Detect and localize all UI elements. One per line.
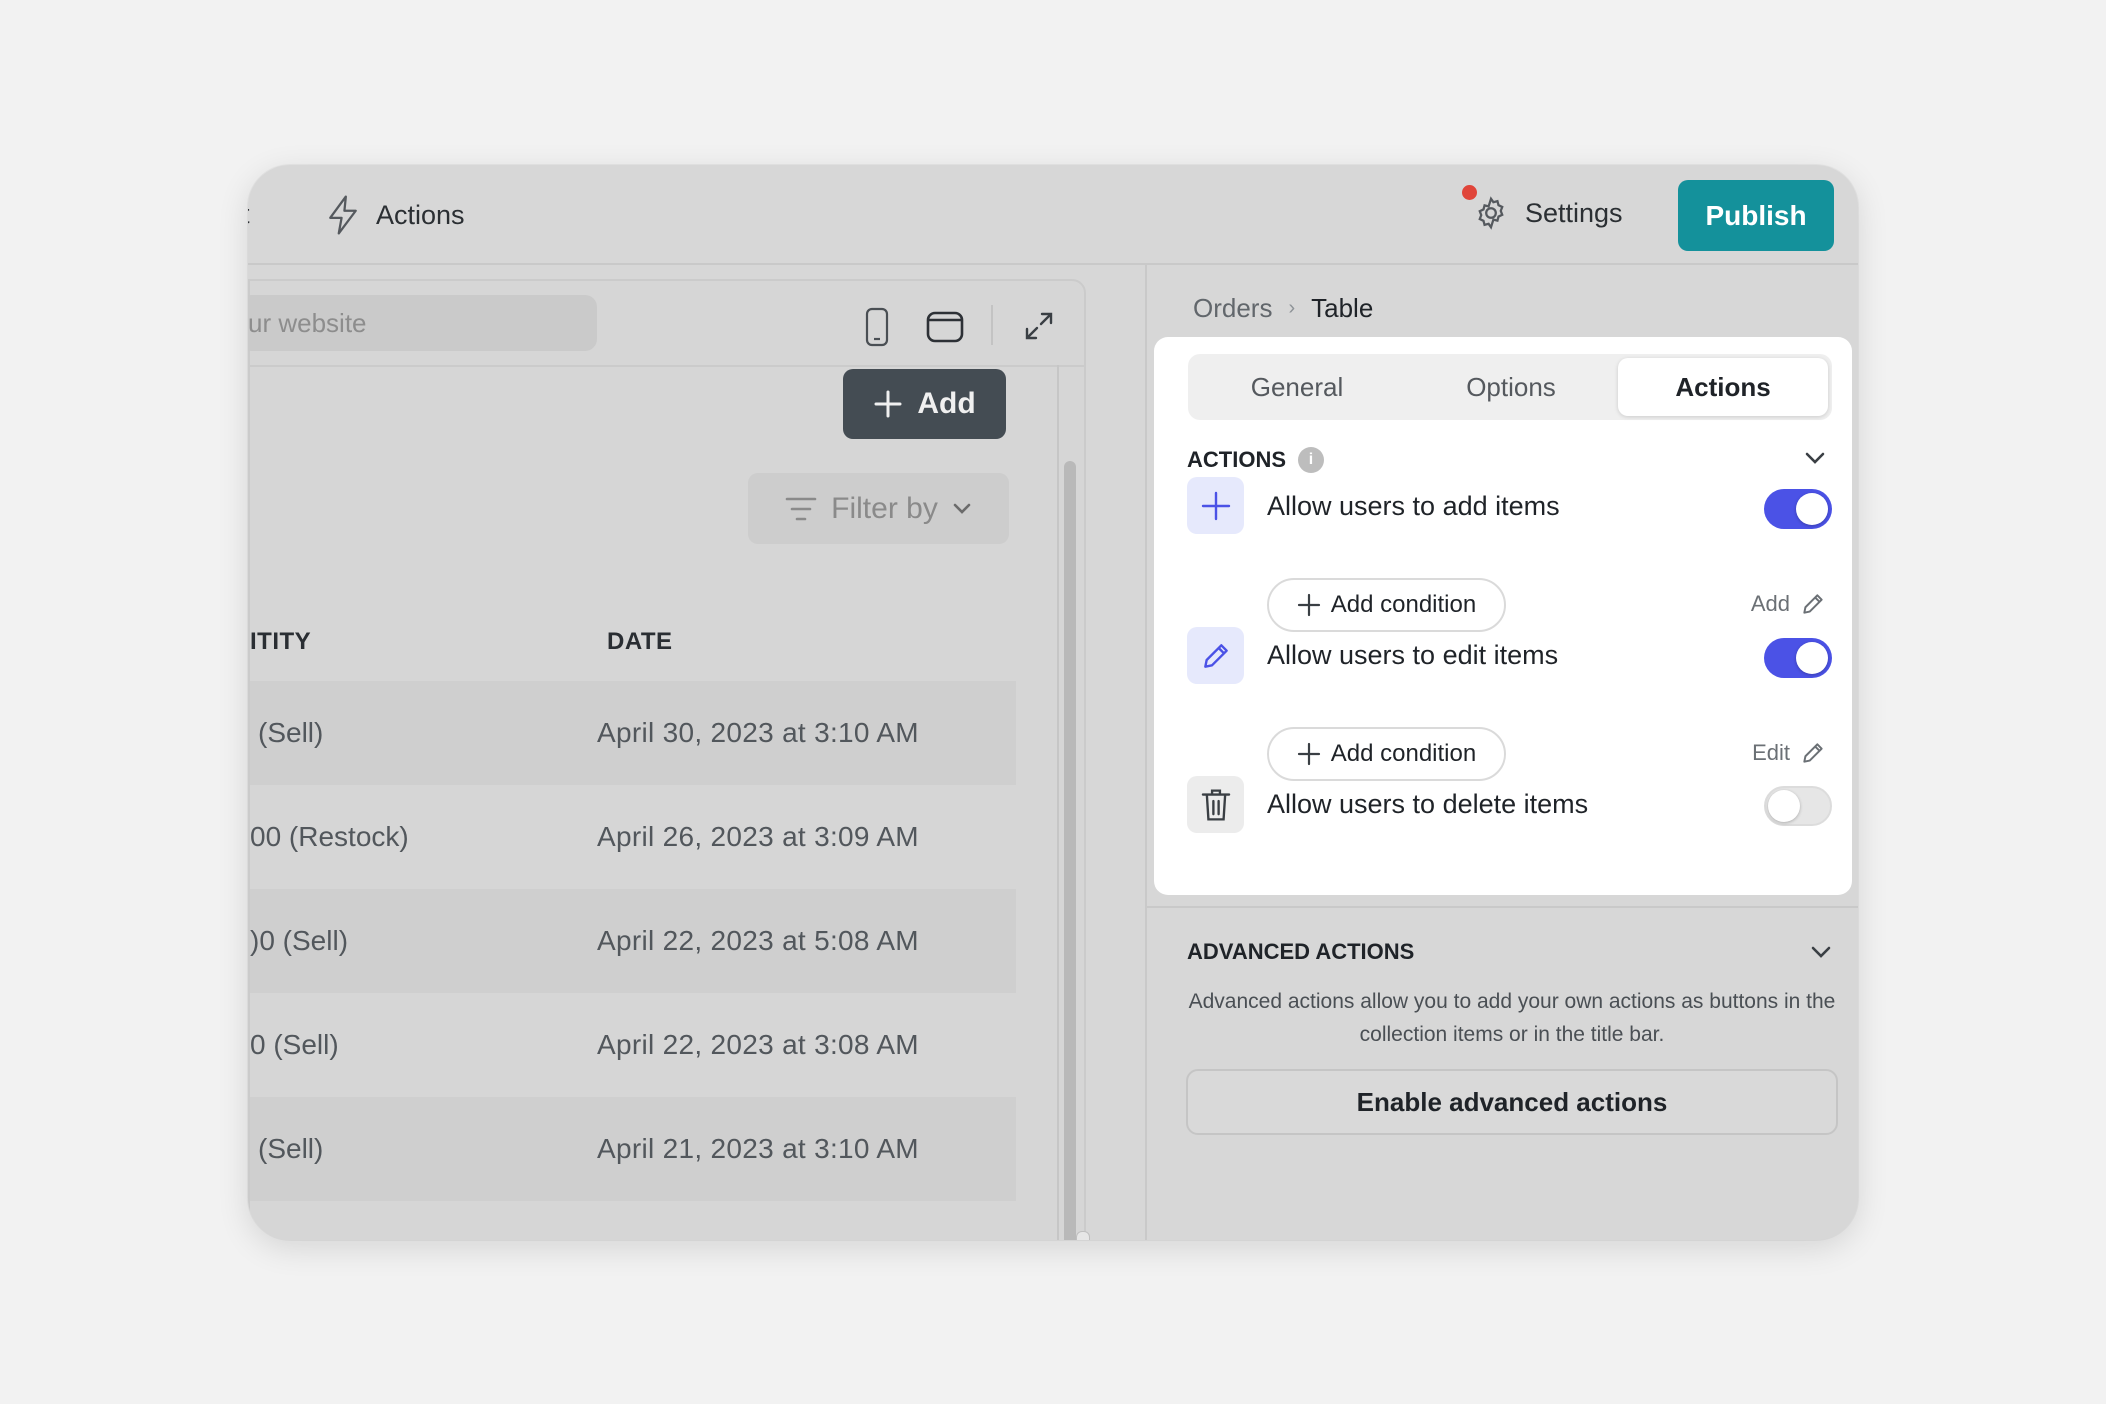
actions-section-header[interactable]: ACTIONS i [1187, 447, 1324, 473]
preview-divider [250, 365, 1084, 367]
edit-action-link[interactable]: Edit [1752, 740, 1826, 766]
plus-icon [1201, 491, 1230, 520]
truncated-tab-label[interactable]: t [248, 199, 250, 230]
vertical-scrollbar[interactable] [1064, 461, 1076, 1240]
plus-icon [874, 390, 902, 418]
settings-button[interactable]: Settings [1473, 195, 1623, 231]
chevron-down-icon[interactable] [1810, 945, 1832, 959]
chevron-down-icon[interactable] [1804, 451, 1826, 465]
actions-tab-label: Actions [376, 199, 465, 230]
add-action-link-label: Add [1750, 591, 1790, 616]
breadcrumb-parent[interactable]: Orders [1193, 293, 1272, 324]
breadcrumb: Orders › Table [1193, 293, 1373, 324]
publish-button[interactable]: Publish [1678, 180, 1834, 251]
filter-label: Filter by [831, 491, 938, 525]
site-preview: ur website Add Filter by ITITY DATE (Sel… [248, 279, 1090, 1240]
tab-general[interactable]: General [1192, 358, 1402, 416]
info-icon[interactable]: i [1298, 447, 1324, 473]
table-row[interactable]: (Sell) April 30, 2023 at 3:10 AM [250, 681, 1016, 785]
mobile-device-icon[interactable] [864, 307, 890, 347]
date-cell: April 26, 2023 at 3:09 AM [597, 821, 919, 852]
resize-handle[interactable] [1076, 1231, 1090, 1240]
toggle-knob [1796, 642, 1828, 674]
actions-card: General Options Actions ACTIONS i Allow … [1154, 337, 1852, 895]
add-permission-label: Allow users to add items [1267, 491, 1560, 521]
section-divider [1147, 906, 1858, 908]
date-cell: April 22, 2023 at 3:08 AM [597, 1029, 919, 1060]
column-header-quantity[interactable]: ITITY [250, 628, 311, 656]
preview-scroll-divider [1057, 365, 1059, 1240]
breadcrumb-current: Table [1311, 293, 1374, 323]
tablet-device-icon[interactable] [926, 311, 964, 343]
table-row[interactable]: 0 (Sell) April 22, 2023 at 3:08 AM [250, 993, 1016, 1097]
quantity-cell: (Sell) [258, 1133, 324, 1164]
enable-advanced-actions-button[interactable]: Enable advanced actions [1186, 1069, 1838, 1135]
add-condition-button[interactable]: Add condition [1267, 727, 1506, 781]
panel-tabs: General Options Actions [1188, 354, 1832, 420]
expand-icon[interactable] [1024, 311, 1054, 341]
add-condition-label: Add condition [1330, 740, 1477, 767]
delete-permission-icon [1187, 776, 1244, 833]
toggle-knob [1768, 790, 1800, 822]
actions-section-title: ACTIONS [1187, 447, 1286, 472]
quantity-cell: 00 (Restock) [250, 821, 409, 852]
table-row[interactable]: )0 (Sell) April 22, 2023 at 5:08 AM [250, 889, 1016, 993]
pencil-icon [1203, 643, 1228, 668]
add-permission-icon [1187, 477, 1244, 534]
add-condition-button[interactable]: Add condition [1267, 578, 1506, 632]
advanced-actions-description: Advanced actions allow you to add your o… [1188, 990, 1836, 1046]
table-row[interactable]: 00 (Restock) April 26, 2023 at 3:09 AM [250, 785, 1016, 889]
date-cell: April 21, 2023 at 3:10 AM [597, 1133, 919, 1164]
tab-options[interactable]: Options [1406, 358, 1616, 416]
filter-dropdown[interactable]: Filter by [748, 473, 1009, 544]
add-permission-toggle[interactable] [1764, 489, 1832, 529]
pencil-icon [1803, 594, 1823, 614]
breadcrumb-chevron-icon: › [1288, 297, 1296, 319]
properties-panel: Orders › Table General Options Actions A… [1145, 265, 1858, 1240]
edit-permission-label: Allow users to edit items [1267, 640, 1559, 670]
edit-permission-toggle[interactable] [1764, 638, 1832, 678]
date-cell: April 22, 2023 at 5:08 AM [597, 925, 919, 956]
quantity-cell: (Sell) [258, 717, 324, 748]
table-row[interactable]: (Sell) April 21, 2023 at 3:10 AM [250, 1097, 1016, 1201]
toolbar-separator [991, 305, 993, 345]
gear-icon [1478, 196, 1504, 230]
lightning-icon [329, 195, 357, 235]
quantity-cell: 0 (Sell) [250, 1029, 339, 1060]
filter-icon [785, 497, 817, 520]
tab-actions[interactable]: Actions [1618, 358, 1828, 416]
app-window: t Actions Settings Publish ur website Ad… [248, 165, 1858, 1240]
toggle-knob [1796, 493, 1828, 525]
pencil-icon [1803, 743, 1823, 763]
url-input[interactable]: ur website [248, 295, 597, 351]
add-action-link[interactable]: Add [1751, 591, 1826, 617]
quantity-cell: )0 (Sell) [250, 925, 349, 956]
add-item-label: Add [917, 387, 976, 420]
top-bar: t Actions Settings Publish [248, 165, 1858, 265]
settings-label: Settings [1525, 197, 1623, 228]
delete-permission-toggle[interactable] [1764, 786, 1832, 826]
column-header-date[interactable]: DATE [607, 628, 673, 656]
edit-permission-icon [1187, 627, 1244, 684]
chevron-down-icon [953, 503, 971, 514]
delete-permission-label: Allow users to delete items [1267, 789, 1589, 819]
edit-action-link-label: Edit [1752, 740, 1790, 765]
add-condition-label: Add condition [1330, 591, 1477, 618]
trash-icon [1201, 788, 1230, 821]
advanced-actions-title[interactable]: ADVANCED ACTIONS [1187, 939, 1414, 965]
date-cell: April 30, 2023 at 3:10 AM [597, 717, 919, 748]
plus-icon [1297, 593, 1320, 617]
plus-icon [1297, 742, 1320, 766]
add-item-button[interactable]: Add [843, 369, 1006, 439]
actions-tab[interactable]: Actions [326, 195, 465, 235]
